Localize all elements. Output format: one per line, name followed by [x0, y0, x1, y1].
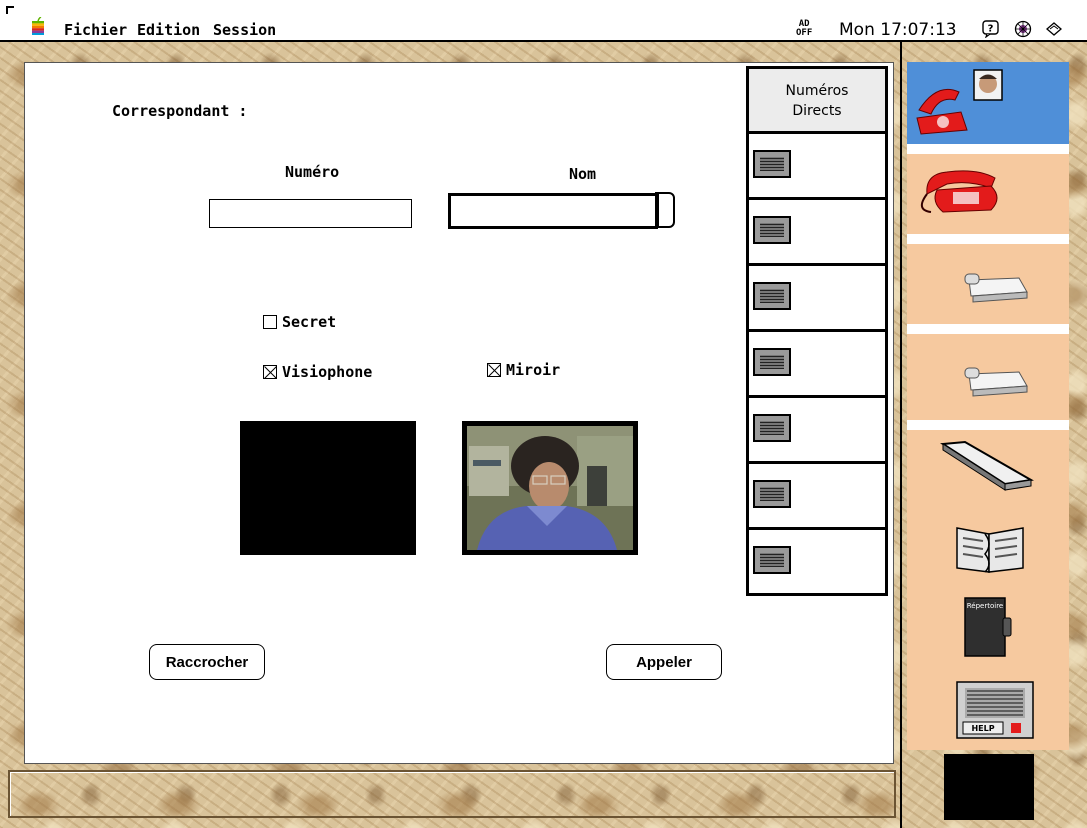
tool-videophone[interactable] — [907, 62, 1069, 144]
speed-dial-slot[interactable] — [746, 398, 888, 464]
apple-icon[interactable] — [30, 17, 46, 35]
status-bar — [8, 770, 896, 818]
call-button[interactable]: Appeler — [606, 644, 722, 680]
self-video-image — [467, 426, 633, 550]
visiophone-checkbox[interactable] — [263, 365, 277, 379]
help-label: HELP — [971, 724, 994, 733]
ad-off-indicator[interactable]: AD OFF — [796, 20, 812, 38]
preview-screen — [944, 754, 1034, 820]
speed-dial-key-icon[interactable] — [753, 414, 791, 442]
videophone-icon — [916, 69, 1003, 135]
help-icon[interactable]: ? — [982, 20, 1000, 38]
self-video — [462, 421, 638, 555]
telephone-icon — [920, 170, 998, 213]
svg-text:?: ? — [988, 24, 994, 35]
speed-dial-header-line1: Numéros — [785, 83, 849, 99]
speed-dial-slot[interactable] — [746, 200, 888, 266]
control-icon[interactable] — [1014, 20, 1032, 38]
speed-dial-slot[interactable] — [746, 530, 888, 596]
directory-book-icon — [956, 527, 1024, 573]
tray-icon — [940, 440, 1034, 491]
tool-help[interactable]: HELP — [907, 672, 1069, 750]
help-panel-icon: HELP — [956, 681, 1034, 739]
speed-dial-key-icon[interactable] — [753, 150, 791, 178]
tool-separator — [907, 324, 1069, 334]
tool-telephone[interactable] — [907, 154, 1069, 234]
speed-dial-header: Numéros Directs — [746, 66, 888, 134]
numero-label: Numéro — [285, 163, 340, 181]
speed-dial-key-icon[interactable] — [753, 546, 791, 574]
speed-dial-key-icon[interactable] — [753, 480, 791, 508]
fax-icon — [964, 273, 1028, 303]
ad-off-line2: OFF — [796, 28, 813, 38]
tool-separator — [907, 234, 1069, 244]
repertoire-label: Répertoire — [967, 602, 1004, 610]
tool-separator — [907, 144, 1069, 154]
remote-video — [240, 421, 416, 555]
correspondant-label: Correspondant : — [112, 102, 248, 120]
speed-dial-key-icon[interactable] — [753, 282, 791, 310]
menu-edition[interactable]: Edition — [137, 21, 200, 39]
tool-repertoire[interactable]: Répertoire — [907, 590, 1069, 672]
nom-field[interactable] — [448, 193, 658, 229]
speed-dial-header-line2: Directs — [792, 103, 842, 119]
repertoire-binder-icon: Répertoire — [964, 597, 1012, 657]
secret-checkbox[interactable] — [263, 315, 277, 329]
nom-label: Nom — [569, 165, 597, 183]
speed-dial-slot[interactable] — [746, 134, 888, 200]
miroir-label: Miroir — [506, 361, 561, 379]
speed-dial-key-icon[interactable] — [753, 216, 791, 244]
app-icon[interactable] — [1045, 20, 1063, 38]
speed-dial-key-icon[interactable] — [753, 348, 791, 376]
tool-separator — [907, 420, 1069, 430]
tool-tray[interactable] — [907, 430, 1069, 514]
speed-dial-slot[interactable] — [746, 266, 888, 332]
tool-directory[interactable] — [907, 514, 1069, 590]
nom-popup-button[interactable] — [655, 192, 675, 228]
tool-fax-2[interactable] — [907, 334, 1069, 420]
menu-fichier[interactable]: Fichier — [64, 21, 127, 39]
menu-session[interactable]: Session — [213, 21, 276, 39]
menu-bar: Fichier Edition Session AD OFF Mon 17:07… — [0, 0, 1087, 42]
speed-dial-slot[interactable] — [746, 332, 888, 398]
numero-field[interactable] — [209, 199, 412, 228]
hangup-button[interactable]: Raccrocher — [149, 644, 265, 680]
menubar-clock[interactable]: Mon 17:07:13 — [839, 20, 957, 40]
tool-fax[interactable] — [907, 244, 1069, 324]
screen-corner — [6, 6, 14, 14]
visiophone-label: Visiophone — [282, 363, 373, 381]
speed-dial-slot[interactable] — [746, 464, 888, 530]
secret-label: Secret — [282, 313, 337, 331]
miroir-checkbox[interactable] — [487, 363, 501, 377]
fax-machine-icon — [964, 367, 1028, 397]
